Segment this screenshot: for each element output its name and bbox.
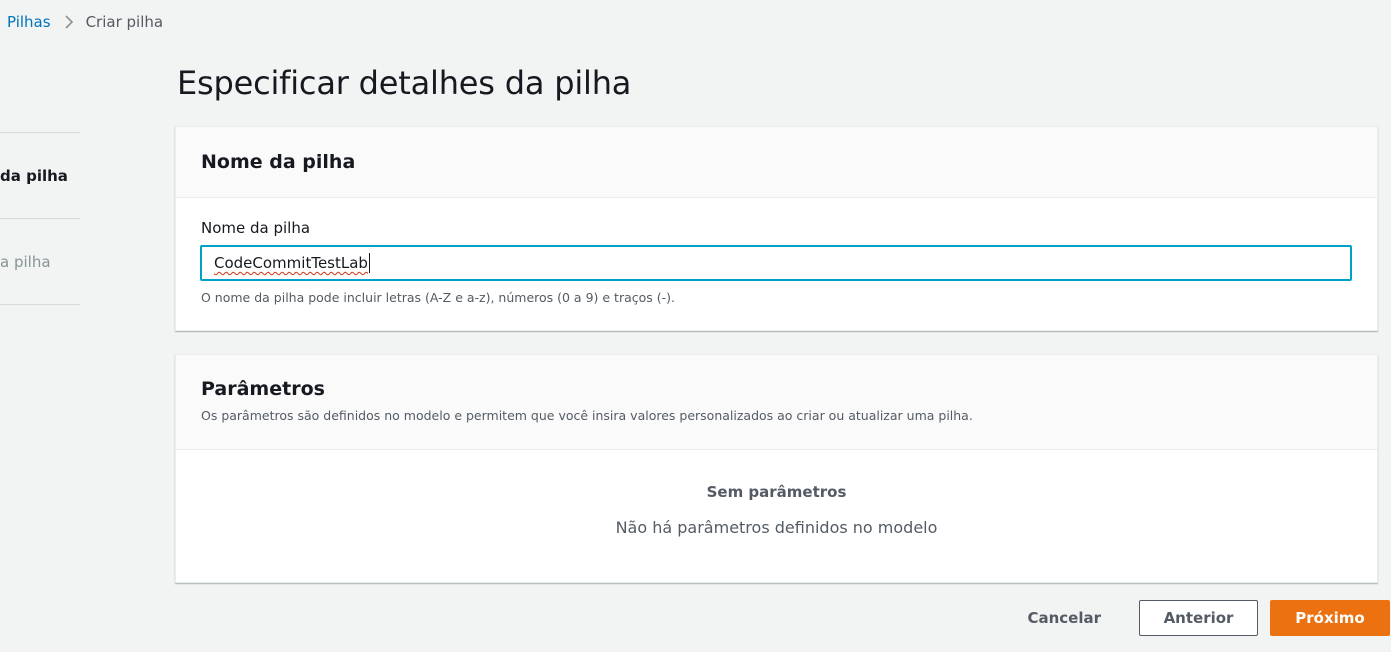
text-caret <box>368 253 370 273</box>
panel-description: Os parâmetros são definidos no modelo e … <box>201 408 973 423</box>
wizard-step-label: a pilha <box>0 252 51 271</box>
stack-name-value: CodeCommitTestLab <box>214 254 368 272</box>
stack-name-input[interactable]: CodeCommitTestLab <box>200 245 1352 281</box>
breadcrumb: Pilhas Criar pilha <box>7 13 163 31</box>
panel-header: Nome da pilha <box>176 127 1377 198</box>
chevron-right-icon <box>64 14 74 30</box>
stack-name-hint: O nome da pilha pode incluir letras (A-Z… <box>201 290 675 305</box>
panel-title: Parâmetros <box>201 378 325 400</box>
wizard-steps: da pilha a pilha <box>0 132 80 305</box>
breadcrumb-current: Criar pilha <box>85 13 164 31</box>
form-actions: Cancelar Anterior Próximo <box>1007 600 1391 636</box>
next-button[interactable]: Próximo <box>1270 600 1390 636</box>
empty-state-description: Não há parâmetros definidos no modelo <box>615 518 938 537</box>
wizard-step-label: da pilha <box>0 166 68 185</box>
previous-button[interactable]: Anterior <box>1139 600 1258 636</box>
breadcrumb-link-pilhas[interactable]: Pilhas <box>7 13 51 31</box>
stack-name-label: Nome da pilha <box>201 219 311 237</box>
parameters-panel: Parâmetros Os parâmetros são definidos n… <box>175 354 1378 583</box>
wizard-step-active[interactable]: da pilha <box>0 132 80 218</box>
panel-header: Parâmetros Os parâmetros são definidos n… <box>176 355 1377 450</box>
wizard-step-inactive: a pilha <box>0 218 80 305</box>
cancel-button[interactable]: Cancelar <box>1007 600 1121 636</box>
stack-name-panel: Nome da pilha Nome da pilha CodeCommitTe… <box>175 126 1378 331</box>
empty-state-title: Sem parâmetros <box>706 483 847 501</box>
panel-title: Nome da pilha <box>201 151 356 173</box>
page-title: Especificar detalhes da pilha <box>177 64 632 102</box>
